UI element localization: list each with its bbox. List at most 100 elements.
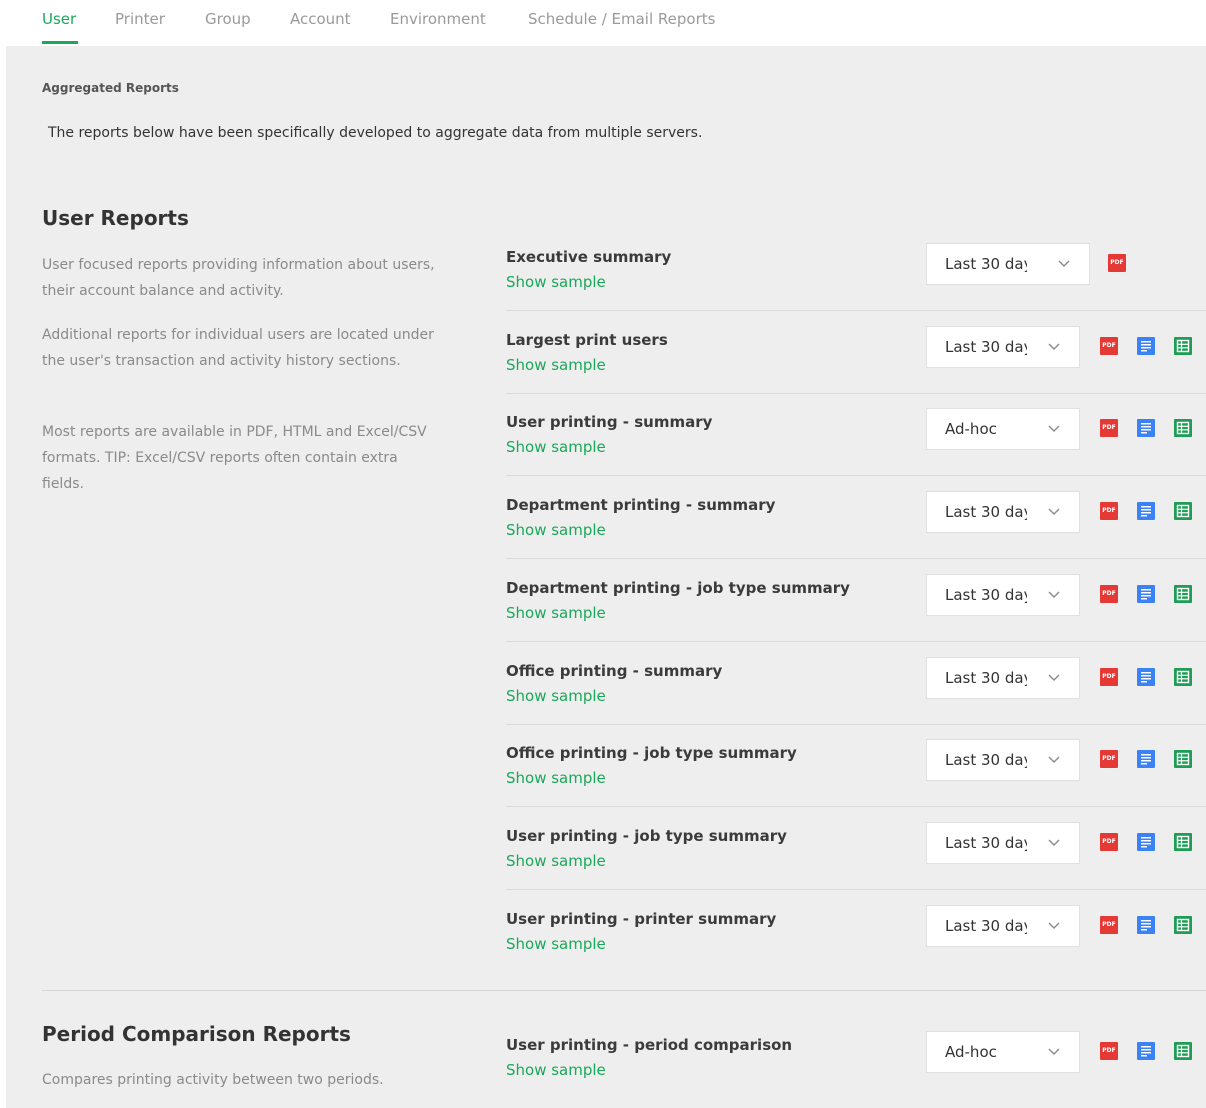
pdf-icon[interactable]: PDF [1100, 584, 1118, 603]
report-name: User printing - job type summary [506, 826, 787, 845]
show-sample-link[interactable]: Show sample [506, 604, 606, 622]
period-select-value: Last 30 days [945, 916, 1027, 935]
show-sample-link[interactable]: Show sample [506, 356, 606, 374]
html-report-icon[interactable] [1137, 667, 1155, 686]
show-sample-link[interactable]: Show sample [506, 1061, 606, 1079]
user-reports-desc-1: User focused reports providing informati… [42, 257, 435, 299]
show-sample-link[interactable]: Show sample [506, 273, 606, 291]
period-select-value: Last 30 days [945, 503, 1027, 522]
pdf-icon-label: PDF [1102, 1047, 1116, 1054]
excel-csv-icon[interactable] [1174, 667, 1192, 686]
html-report-icon[interactable] [1137, 336, 1155, 355]
html-report-icon[interactable] [1137, 832, 1155, 851]
period-reports-title: Period Comparison Reports [42, 1022, 351, 1046]
tab-environment[interactable]: Environment [390, 10, 486, 28]
period-reports-desc: Compares printing activity between two p… [42, 1072, 384, 1088]
tab-schedule-email-reports[interactable]: Schedule / Email Reports [528, 10, 715, 28]
pdf-icon-label: PDF [1102, 837, 1116, 845]
section-divider [42, 990, 1206, 991]
period-select[interactable]: Last 30 days [926, 739, 1080, 782]
excel-csv-icon[interactable] [1174, 750, 1192, 769]
period-select-value: Ad-hoc [945, 420, 997, 439]
report-name: Office printing - job type summary [506, 744, 797, 763]
report-row: User printing - period comparison Show sa… [506, 1031, 1206, 1096]
pdf-icon[interactable]: PDF [1100, 1042, 1118, 1060]
report-row: Office printing - job type summary Show s… [506, 739, 1206, 804]
excel-csv-icon[interactable] [1174, 419, 1192, 438]
show-sample-link[interactable]: Show sample [506, 852, 606, 870]
period-select[interactable]: Ad-hoc [926, 1031, 1080, 1073]
excel-csv-icon[interactable] [1174, 832, 1192, 851]
period-select-value: Last 30 days [945, 833, 1027, 852]
report-row: User printing - summary Show sample Ad-hoc… [506, 408, 1206, 473]
period-select-value: Last 30 days [945, 255, 1027, 273]
excel-csv-icon[interactable] [1174, 502, 1192, 521]
period-select[interactable]: Last 30 days [926, 243, 1090, 285]
tab-group[interactable]: Group [205, 10, 251, 28]
pdf-icon-label: PDF [1102, 589, 1116, 597]
show-sample-link[interactable]: Show sample [506, 521, 606, 539]
report-name: User printing - summary [506, 413, 713, 432]
row-divider [506, 888, 1206, 890]
pdf-icon-label: PDF [1102, 424, 1116, 432]
report-row: User printing - printer summary Show samp… [506, 904, 1206, 970]
report-tabs: User Printer Group Account Environment S… [0, 0, 1206, 46]
pdf-icon[interactable]: PDF [1100, 667, 1118, 686]
excel-csv-icon[interactable] [1174, 1042, 1192, 1060]
chevron-down-icon [1048, 425, 1060, 433]
row-divider [506, 806, 1206, 808]
period-select[interactable]: Last 30 days [926, 656, 1080, 699]
period-select[interactable]: Ad-hoc [926, 408, 1080, 451]
breadcrumb: Aggregated Reports [42, 81, 179, 95]
pdf-icon[interactable]: PDF [1108, 254, 1126, 272]
period-select[interactable]: Last 30 days [926, 904, 1080, 947]
pdf-icon[interactable]: PDF [1100, 832, 1118, 851]
excel-csv-icon[interactable] [1174, 336, 1192, 355]
period-select[interactable]: Last 30 days [926, 821, 1080, 864]
report-row: User printing - job type summary Show sam… [506, 821, 1206, 887]
user-reports-title: User Reports [42, 206, 189, 230]
report-name: Office printing - summary [506, 661, 723, 680]
pdf-icon-label: PDF [1102, 920, 1116, 928]
excel-csv-icon[interactable] [1174, 915, 1192, 934]
html-report-icon[interactable] [1137, 750, 1155, 769]
period-select[interactable]: Last 30 days [926, 325, 1080, 368]
report-name: Largest print users [506, 330, 668, 349]
report-row: Executive summary Show sample Last 30 days… [506, 243, 1206, 308]
excel-csv-icon[interactable] [1174, 584, 1192, 603]
show-sample-link[interactable]: Show sample [506, 687, 606, 705]
report-row: Largest print users Show sample Last 30 da… [506, 325, 1206, 391]
html-report-icon[interactable] [1137, 915, 1155, 934]
row-divider [506, 558, 1206, 560]
active-tab-indicator [42, 41, 78, 44]
pdf-icon[interactable]: PDF [1100, 915, 1118, 934]
period-select-value: Ad-hoc [945, 1043, 997, 1061]
period-select[interactable]: Last 30 days [926, 573, 1080, 616]
show-sample-link[interactable]: Show sample [506, 438, 606, 456]
report-row: Department printing - summary Show sample… [506, 491, 1206, 556]
show-sample-link[interactable]: Show sample [506, 769, 606, 787]
row-divider [506, 723, 1206, 725]
period-select[interactable]: Last 30 days [926, 491, 1080, 534]
html-report-icon[interactable] [1137, 1042, 1155, 1060]
pdf-icon[interactable]: PDF [1100, 502, 1118, 521]
html-report-icon[interactable] [1137, 502, 1155, 521]
user-reports-desc-2: Additional reports for individual users … [42, 327, 434, 369]
html-report-icon[interactable] [1137, 584, 1155, 603]
report-name: Department printing - summary [506, 496, 776, 515]
pdf-icon-label: PDF [1102, 755, 1116, 763]
pdf-icon[interactable]: PDF [1100, 419, 1118, 438]
show-sample-link[interactable]: Show sample [506, 935, 606, 953]
tab-printer[interactable]: Printer [115, 10, 165, 28]
html-report-icon[interactable] [1137, 419, 1155, 438]
tab-account[interactable]: Account [290, 10, 351, 28]
pdf-icon[interactable]: PDF [1100, 336, 1118, 355]
row-divider [506, 475, 1206, 477]
chevron-down-icon [1048, 343, 1060, 350]
row-divider [506, 310, 1206, 311]
chevron-down-icon [1048, 922, 1060, 929]
chevron-down-icon [1048, 508, 1060, 516]
reports-panel: Aggregated Reports The reports below hav… [6, 46, 1206, 1108]
pdf-icon[interactable]: PDF [1100, 750, 1118, 769]
tab-user[interactable]: User [42, 10, 76, 28]
